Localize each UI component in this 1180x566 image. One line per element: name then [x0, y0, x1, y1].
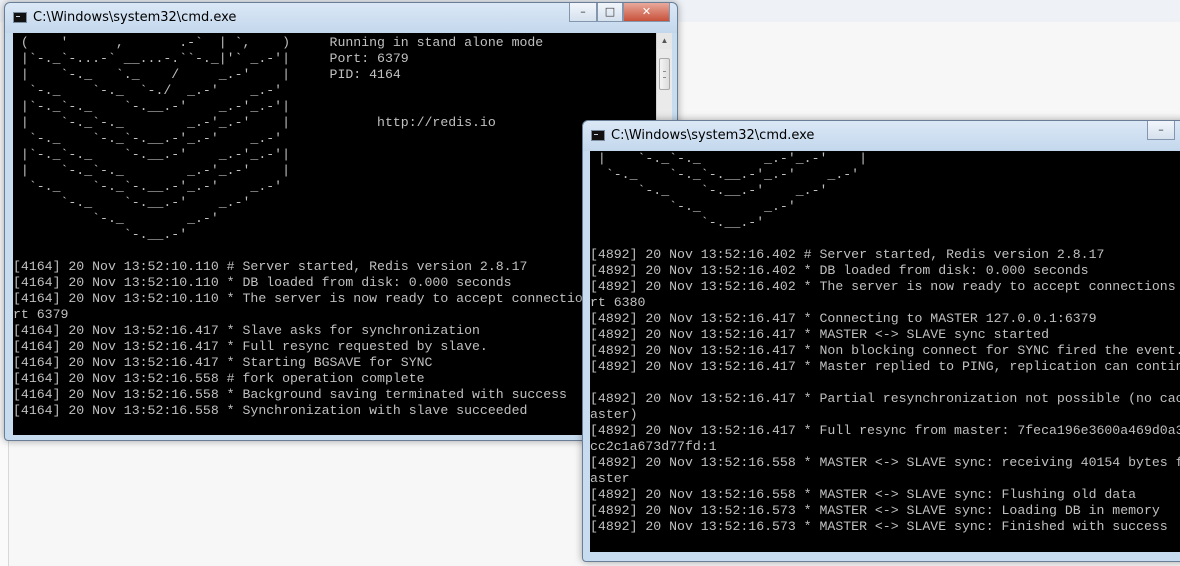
console-text: ( ' , .-` | `, ) Running in stand alone …	[13, 35, 646, 418]
minimize-button[interactable]: –	[1147, 121, 1175, 140]
console-text: | `-._`-._ _.-'_.-' | `-._ `-._`-.__.-'_…	[590, 151, 1180, 534]
close-button[interactable]: ✕	[623, 3, 670, 22]
scrollbar-thumb[interactable]	[659, 58, 670, 90]
cmd-window-master[interactable]: C:\Windows\system32\cmd.exe – □ ✕ ( ' , …	[4, 2, 678, 441]
window-title: C:\Windows\system32\cmd.exe	[33, 10, 237, 25]
background-panel	[0, 438, 9, 566]
maximize-button[interactable]: □	[597, 3, 623, 22]
console-output[interactable]: | `-._`-._ _.-'_.-' | `-._ `-._`-.__.-'_…	[590, 151, 1180, 552]
cmd-window-slave[interactable]: C:\Windows\system32\cmd.exe – | `-._`-._…	[582, 120, 1180, 562]
console-output[interactable]: ( ' , .-` | `, ) Running in stand alone …	[13, 33, 656, 435]
minimize-button[interactable]: –	[569, 3, 597, 22]
window-title: C:\Windows\system32\cmd.exe	[611, 128, 815, 143]
window-titlebar[interactable]: C:\Windows\system32\cmd.exe – □ ✕	[5, 3, 677, 33]
window-titlebar[interactable]: C:\Windows\system32\cmd.exe –	[583, 121, 1180, 151]
console-icon	[13, 12, 27, 23]
scroll-up-arrow-icon[interactable]: ▲	[657, 33, 672, 49]
console-icon	[591, 130, 605, 141]
